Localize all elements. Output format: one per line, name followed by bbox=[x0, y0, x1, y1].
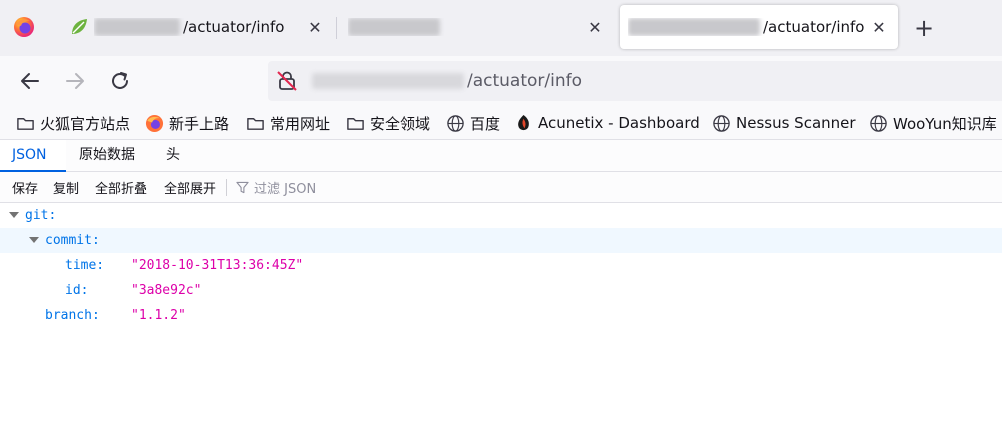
bookmarks-toolbar: 火狐官方站点 新手上路 常用网址 安全领域 百度 Acunetix - Dash… bbox=[0, 106, 1002, 140]
bookmark-nessus[interactable]: Nessus Scanner bbox=[712, 112, 856, 134]
reload-icon bbox=[112, 72, 128, 89]
tab-title bbox=[348, 18, 584, 36]
back-button[interactable] bbox=[17, 68, 43, 94]
folder-icon bbox=[17, 117, 34, 130]
expand-toggle-icon[interactable] bbox=[29, 237, 39, 243]
json-row-git[interactable]: git: bbox=[0, 203, 1002, 228]
arrow-left-icon bbox=[21, 73, 39, 89]
folder-icon bbox=[347, 117, 364, 130]
bookmark-label: 常用网址 bbox=[270, 114, 331, 133]
acunetix-icon bbox=[518, 114, 529, 130]
insecure-lock-icon[interactable] bbox=[276, 70, 298, 92]
close-icon[interactable]: ✕ bbox=[868, 16, 890, 38]
tab-raw-data[interactable]: 原始数据 bbox=[67, 140, 147, 172]
forward-button[interactable] bbox=[62, 68, 88, 94]
tab-actuator-info-1[interactable]: /actuator/info ✕ bbox=[58, 5, 334, 49]
url-text[interactable]: /actuator/info bbox=[312, 71, 582, 91]
json-row-branch[interactable]: branch: "1.1.2" bbox=[0, 303, 1002, 328]
tab-strip: /actuator/info ✕ ✕ /actuator/info ✕ + bbox=[0, 0, 1002, 56]
url-path: /actuator/info bbox=[467, 71, 583, 91]
close-icon[interactable]: ✕ bbox=[304, 16, 326, 38]
bookmark-folder-security[interactable]: 安全领域 bbox=[346, 112, 430, 134]
tab-redacted[interactable]: ✕ bbox=[338, 5, 614, 49]
json-row-time[interactable]: time: "2018-10-31T13:36:45Z" bbox=[0, 253, 1002, 278]
arrow-right-icon bbox=[66, 73, 84, 89]
json-row-id[interactable]: id: "3a8e92c" bbox=[0, 278, 1002, 303]
bookmark-baidu[interactable]: 百度 bbox=[446, 112, 500, 134]
redacted-host bbox=[628, 18, 760, 36]
json-toolbar: 保存 复制 全部折叠 全部展开 过滤 JSON bbox=[0, 172, 1002, 203]
toolbar-divider bbox=[226, 179, 227, 196]
tab-title-text: /actuator/info bbox=[763, 18, 865, 36]
tab-headers[interactable]: 头 bbox=[154, 140, 192, 172]
bookmark-label: WooYun知识库 bbox=[893, 114, 997, 133]
copy-button[interactable]: 复制 bbox=[53, 178, 79, 197]
globe-icon bbox=[447, 114, 464, 132]
globe-icon bbox=[713, 114, 730, 132]
json-value: "2018-10-31T13:36:45Z" bbox=[131, 258, 304, 273]
tab-separator bbox=[336, 17, 337, 39]
redacted-host bbox=[312, 73, 464, 89]
expand-toggle-icon[interactable] bbox=[9, 212, 19, 218]
filter-icon bbox=[236, 181, 249, 194]
bookmark-label: 火狐官方站点 bbox=[40, 114, 131, 133]
json-key: commit: bbox=[45, 233, 100, 248]
filter-placeholder: 过滤 JSON bbox=[254, 182, 317, 197]
new-tab-button[interactable]: + bbox=[912, 14, 936, 42]
json-value: "3a8e92c" bbox=[131, 283, 202, 298]
bookmark-acunetix[interactable]: Acunetix - Dashboard bbox=[514, 112, 700, 134]
bookmark-folder-common-sites[interactable]: 常用网址 bbox=[246, 112, 330, 134]
bookmark-folder-firefox-official[interactable]: 火狐官方站点 bbox=[16, 112, 130, 134]
json-row-commit[interactable]: commit: bbox=[0, 228, 1002, 253]
collapse-all-button[interactable]: 全部折叠 bbox=[95, 178, 147, 197]
tab-actuator-info-active[interactable]: /actuator/info ✕ bbox=[620, 5, 898, 49]
tab-title-text: /actuator/info bbox=[183, 18, 285, 36]
json-key: id: bbox=[65, 283, 89, 298]
firefox-icon bbox=[145, 114, 164, 132]
tab-title: /actuator/info bbox=[94, 18, 304, 36]
folder-icon bbox=[247, 117, 264, 130]
filter-json-input[interactable]: 过滤 JSON bbox=[236, 178, 316, 197]
save-button[interactable]: 保存 bbox=[12, 178, 38, 197]
globe-icon bbox=[870, 114, 887, 132]
firefox-menu-icon[interactable] bbox=[13, 16, 35, 38]
json-viewer-tabs: JSON 原始数据 头 bbox=[0, 140, 1002, 172]
spring-leaf-icon bbox=[72, 19, 87, 34]
json-tree: git: commit: time: "2018-10-31T13:36:45Z… bbox=[0, 203, 1002, 328]
reload-button[interactable] bbox=[107, 68, 133, 94]
bookmark-label: Nessus Scanner bbox=[736, 114, 856, 132]
json-key: git: bbox=[25, 208, 57, 223]
json-key: time: bbox=[65, 258, 105, 273]
expand-all-button[interactable]: 全部展开 bbox=[164, 178, 216, 197]
redacted-title bbox=[348, 18, 440, 36]
redacted-host bbox=[94, 18, 180, 36]
json-key: branch: bbox=[45, 308, 100, 323]
tab-json[interactable]: JSON bbox=[0, 140, 66, 172]
navigation-bar: /actuator/info bbox=[0, 56, 1002, 106]
json-value: "1.1.2" bbox=[131, 308, 186, 323]
bookmark-wooyun[interactable]: WooYun知识库 bbox=[869, 112, 997, 134]
tab-title: /actuator/info bbox=[628, 18, 868, 36]
bookmark-getting-started[interactable]: 新手上路 bbox=[145, 112, 229, 134]
address-bar[interactable]: /actuator/info bbox=[268, 61, 1002, 101]
bookmark-label: 安全领域 bbox=[370, 114, 431, 133]
close-icon[interactable]: ✕ bbox=[584, 16, 606, 38]
bookmark-label: 新手上路 bbox=[169, 114, 230, 133]
bookmark-label: Acunetix - Dashboard bbox=[538, 114, 700, 132]
bookmark-label: 百度 bbox=[470, 114, 501, 133]
